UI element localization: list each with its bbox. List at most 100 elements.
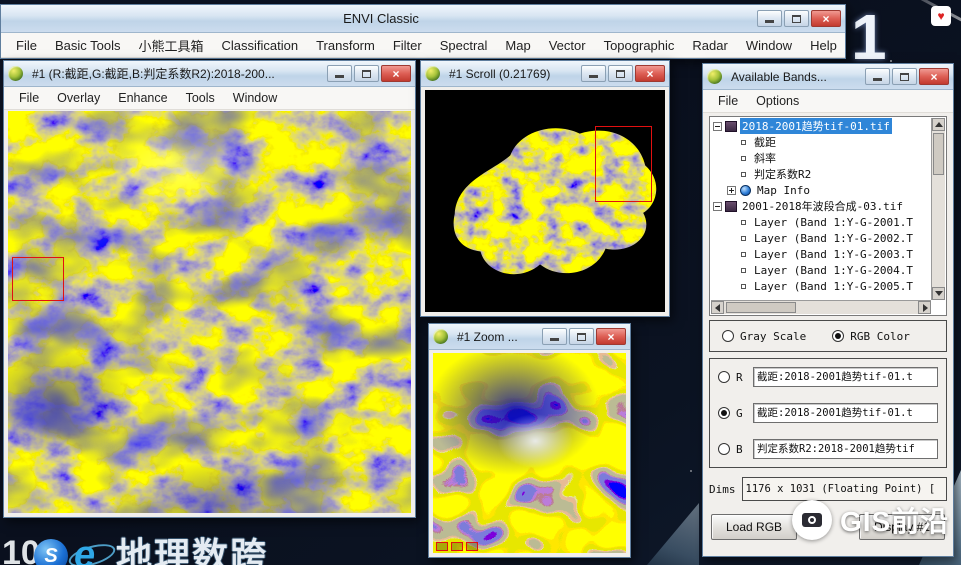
zoom-extent-box[interactable]	[12, 257, 64, 301]
bands-titlebar[interactable]: Available Bands...	[703, 64, 953, 90]
close-button[interactable]	[596, 328, 626, 345]
band-bullet-icon	[741, 267, 746, 273]
maximize-button[interactable]	[608, 65, 633, 82]
maximize-button[interactable]	[354, 65, 379, 82]
band-bullet-icon	[741, 155, 746, 161]
menu-item[interactable]: Vector	[540, 38, 595, 53]
close-icon	[930, 71, 937, 83]
menu-item[interactable]: Tools	[177, 91, 224, 105]
menu-item[interactable]: Help	[801, 38, 846, 53]
tree-item[interactable]: 2018-2001趋势tif-01.tif	[711, 118, 931, 134]
main-image-canvas[interactable]	[8, 111, 411, 513]
menu-item[interactable]: Enhance	[109, 91, 176, 105]
tree-vertical-scrollbar[interactable]	[931, 118, 945, 300]
scroll-down-button[interactable]	[932, 287, 945, 300]
collapse-icon[interactable]	[713, 201, 722, 211]
menu-item[interactable]: Classification	[212, 38, 307, 53]
zoom-titlebar[interactable]: #1 Zoom ...	[429, 324, 630, 350]
bands-menubar: File Options	[703, 90, 953, 113]
menu-item[interactable]: File	[7, 38, 46, 53]
tree-item[interactable]: 截距	[711, 134, 931, 150]
menu-item[interactable]: Transform	[307, 38, 384, 53]
vertical-scrollbar-thumb[interactable]	[933, 133, 944, 175]
tree-item[interactable]: Map Info	[711, 182, 931, 198]
tree-item-label: Layer (Band 1:Y-G-2004.T	[754, 263, 913, 277]
band-bullet-icon	[741, 139, 746, 145]
scroll-up-button[interactable]	[932, 118, 945, 131]
close-button[interactable]	[811, 10, 841, 27]
zoom-out-button[interactable]	[436, 542, 448, 551]
desktop: 1 ENVI Classic FileBasic Tools小熊工具箱Class…	[0, 0, 961, 565]
minimize-button[interactable]	[581, 65, 606, 82]
scroll-left-button[interactable]	[711, 301, 724, 314]
tree-horizontal-scrollbar[interactable]	[711, 300, 931, 314]
dims-row: Dims 1176 x 1031 (Floating Point) [	[709, 476, 947, 502]
scroll-window-title: #1 Scroll (0.21769)	[449, 66, 551, 81]
menu-item[interactable]: File	[10, 91, 48, 105]
menu-item[interactable]: File	[709, 94, 747, 108]
menu-item[interactable]: Spectral	[431, 38, 497, 53]
tree-item[interactable]: Layer (Band 1:Y-G-2002.T	[711, 230, 931, 246]
menu-item[interactable]: Filter	[384, 38, 431, 53]
minimize-button[interactable]	[757, 10, 782, 27]
zoom-image-canvas[interactable]	[433, 353, 626, 553]
menu-item[interactable]: Window	[737, 38, 801, 53]
scroll-image-canvas[interactable]	[425, 90, 665, 312]
envi-window-title: ENVI Classic	[343, 11, 419, 26]
collapse-icon[interactable]	[713, 121, 722, 131]
menu-item[interactable]: Basic Tools	[46, 38, 130, 53]
blue-channel-row: B 判定系数R2:2018-2001趋势tif	[718, 436, 938, 462]
tree-item[interactable]: Layer (Band 1:Y-G-2005.T	[711, 278, 931, 294]
ie-logo: e	[74, 534, 96, 565]
green-channel-row: G 截距:2018-2001趋势tif-01.t	[718, 400, 938, 426]
green-band-field[interactable]: 截距:2018-2001趋势tif-01.t	[753, 403, 938, 423]
minimize-button[interactable]	[542, 328, 567, 345]
dims-label: Dims	[709, 482, 736, 496]
blue-channel-radio[interactable]	[718, 443, 730, 455]
envi-titlebar[interactable]: ENVI Classic	[1, 5, 845, 33]
close-button[interactable]	[635, 65, 665, 82]
tree-item[interactable]: 2001-2018年波段合成-03.tif	[711, 198, 931, 214]
maximize-button[interactable]	[784, 10, 809, 27]
expand-icon[interactable]	[727, 185, 736, 195]
menu-item[interactable]: Radar	[683, 38, 736, 53]
channel-label: G	[736, 406, 743, 420]
rgb-assignment-frame: R 截距:2018-2001趋势tif-01.t G 截距:2018-2001趋…	[709, 358, 947, 468]
zoom-in-button[interactable]	[451, 542, 463, 551]
gray-scale-radio[interactable]: Gray Scale	[722, 330, 806, 343]
menu-item[interactable]: Overlay	[48, 91, 109, 105]
red-band-field[interactable]: 截距:2018-2001趋势tif-01.t	[753, 367, 938, 387]
close-button[interactable]	[919, 68, 949, 85]
menu-item[interactable]: Map	[496, 38, 539, 53]
blue-band-field[interactable]: 判定系数R2:2018-2001趋势tif	[753, 439, 938, 459]
close-button[interactable]	[381, 65, 411, 82]
tree-item[interactable]: Layer (Band 1:Y-G-2003.T	[711, 246, 931, 262]
green-channel-radio[interactable]	[718, 407, 730, 419]
rgb-color-radio[interactable]: RGB Color	[832, 330, 910, 343]
load-rgb-button[interactable]: Load RGB	[711, 514, 798, 540]
zoom-window: #1 Zoom ...	[428, 323, 631, 558]
minimize-button[interactable]	[327, 65, 352, 82]
scroll-titlebar[interactable]: #1 Scroll (0.21769)	[421, 61, 669, 87]
window-buttons	[542, 328, 626, 345]
menu-item[interactable]: Window	[224, 91, 286, 105]
display-extent-box[interactable]	[595, 126, 652, 202]
red-channel-radio[interactable]	[718, 371, 730, 383]
watermark-text: GIS前沿	[840, 506, 950, 537]
menu-item[interactable]: Topographic	[595, 38, 684, 53]
menu-item[interactable]: 小熊工具箱	[129, 36, 212, 55]
maximize-button[interactable]	[892, 68, 917, 85]
crosshair-toggle-button[interactable]	[466, 542, 478, 551]
scroll-right-button[interactable]	[918, 301, 931, 314]
horizontal-scrollbar-thumb[interactable]	[726, 302, 796, 313]
tree-item[interactable]: 判定系数R2	[711, 166, 931, 182]
display-titlebar[interactable]: #1 (R:截距,G:截距,B:判定系数R2):2018-200...	[4, 61, 415, 87]
menu-item[interactable]: Options	[747, 94, 808, 108]
display-menubar: File Overlay Enhance Tools Window	[4, 87, 415, 110]
tree-item[interactable]: Layer (Band 1:Y-G-2004.T	[711, 262, 931, 278]
minimize-button[interactable]	[865, 68, 890, 85]
tree-item[interactable]: Layer (Band 1:Y-G-2001.T	[711, 214, 931, 230]
maximize-button[interactable]	[569, 328, 594, 345]
tree-item[interactable]: 斜率	[711, 150, 931, 166]
display-window: #1 (R:截距,G:截距,B:判定系数R2):2018-200... File…	[3, 60, 416, 518]
